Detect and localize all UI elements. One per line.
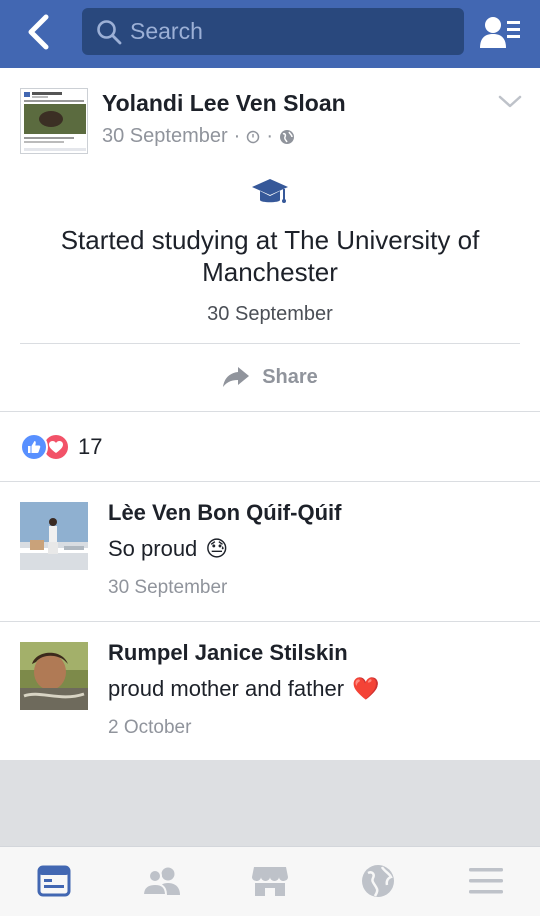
friend-requests-button[interactable] <box>476 12 524 52</box>
share-label: Share <box>262 365 318 388</box>
post-author-name[interactable]: Yolandi Lee Ven Sloan <box>102 90 346 117</box>
comment-body: So proud <box>108 536 198 561</box>
top-bar <box>0 0 540 68</box>
marketplace-icon <box>252 867 288 896</box>
news-feed-icon <box>37 865 71 897</box>
divider <box>0 481 540 482</box>
nav-news-feed[interactable] <box>34 863 74 899</box>
graduation-cap-icon <box>252 179 288 203</box>
search-input[interactable] <box>130 18 430 45</box>
chevron-down-icon[interactable] <box>496 92 524 112</box>
divider <box>0 411 540 412</box>
reactions-summary[interactable]: 17 <box>20 432 102 462</box>
commenter-avatar[interactable] <box>20 502 88 570</box>
comment-date: 30 September <box>108 577 228 598</box>
friends-icon <box>142 867 180 896</box>
sweat-emoji-icon: 😓 <box>205 536 229 562</box>
divider <box>20 343 520 344</box>
clock-icon <box>247 130 260 143</box>
comment-date: 2 October <box>108 717 192 738</box>
commenter-name[interactable]: Rumpel Janice Stilskin <box>108 640 348 666</box>
like-reaction-icon <box>20 433 48 461</box>
post-meta: 30 September · · <box>102 125 295 148</box>
nav-notifications[interactable] <box>358 863 398 899</box>
menu-icon <box>469 868 503 894</box>
milestone-date: 30 September <box>207 303 333 325</box>
friend-requests-icon <box>480 17 520 48</box>
globe-icon <box>279 129 294 144</box>
notifications-globe-icon <box>362 865 394 897</box>
meta-dot: · <box>233 125 241 147</box>
commenter-avatar[interactable] <box>20 642 88 710</box>
comment-text: proud mother and father ❤️ <box>108 676 379 702</box>
reaction-count: 17 <box>78 434 103 459</box>
divider <box>0 621 540 622</box>
comment-body: proud mother and father <box>108 676 345 701</box>
chevron-left-icon <box>28 14 49 50</box>
comment-text: So proud 😓 <box>108 536 228 562</box>
post-date[interactable]: 30 September <box>102 125 228 148</box>
bottom-nav <box>0 846 540 916</box>
nav-marketplace[interactable] <box>250 863 290 899</box>
share-icon <box>223 367 250 387</box>
commenter-name[interactable]: Lèe Ven Bon Qúif-Qúif <box>108 500 341 526</box>
nav-menu[interactable] <box>466 863 506 899</box>
author-avatar[interactable] <box>20 88 88 154</box>
feed-background <box>0 760 540 846</box>
meta-dot: · <box>266 125 273 147</box>
share-button[interactable]: Share <box>190 354 350 400</box>
milestone-text: Started studying at The University of Ma… <box>60 225 480 287</box>
search-bar[interactable] <box>82 8 464 55</box>
back-button[interactable] <box>18 12 58 52</box>
search-icon <box>96 19 122 45</box>
nav-friends[interactable] <box>142 863 182 899</box>
heart-emoji-icon: ❤️ <box>352 676 380 702</box>
